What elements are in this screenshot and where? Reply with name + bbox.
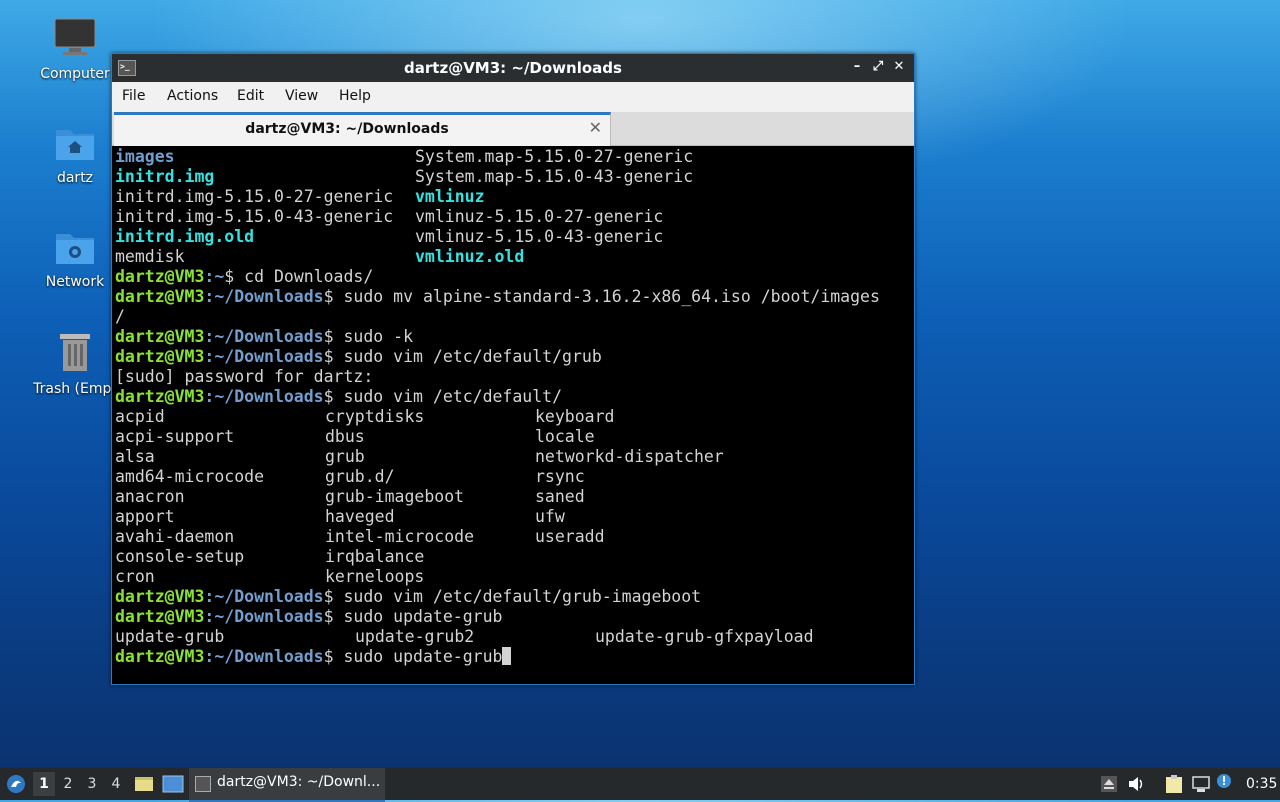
file-manager-icon[interactable]: [134, 775, 154, 793]
desktop-icon-label: Network: [45, 274, 105, 290]
update-notification-icon[interactable]: [1216, 773, 1236, 793]
terminal-line: update-grub update-grub2 update-grub-gfxpa…: [115, 627, 814, 646]
minimize-button[interactable]: –: [848, 58, 866, 76]
volume-icon[interactable]: [1127, 775, 1145, 793]
text-cursor: [502, 647, 512, 665]
terminal-line: dartz@VM3:~/Downloads$ sudo update-grub: [115, 607, 503, 626]
terminal-line: initrd.img.old vmlinuz-5.15.0-43-generic: [115, 227, 664, 246]
taskbar-terminal-button[interactable]: dartz@VM3: ~/Downl...: [189, 768, 385, 802]
terminal-line: images System.map-5.15.0-27-generic: [115, 147, 694, 166]
terminal-line: anacron grub-imageboot saned: [115, 487, 585, 506]
start-menu-icon[interactable]: [6, 774, 26, 794]
terminal-line: dartz@VM3:~/Downloads$ sudo vim /etc/def…: [115, 347, 602, 366]
taskbar: 1 2 3 4 dartz@VM3: ~/Downl... 0:35: [0, 768, 1280, 802]
terminal-task-icon: [195, 776, 211, 792]
terminal-line: amd64-microcode grub.d/rsync: [115, 467, 585, 486]
terminal-line: acpid cryptdisks keyboard: [115, 407, 615, 426]
tab-close-button[interactable]: ✕: [589, 118, 602, 137]
workspace-4[interactable]: 4: [105, 772, 127, 796]
clipboard-icon[interactable]: [1163, 774, 1185, 794]
maximize-button[interactable]: ⤢: [869, 58, 887, 76]
network-icon[interactable]: [1191, 774, 1211, 794]
trash-icon: [60, 334, 90, 371]
desktop-icon-label: Computer: [40, 66, 110, 82]
close-button[interactable]: ✕: [890, 58, 908, 76]
menu-help[interactable]: Help: [339, 88, 371, 104]
terminal-line: cron kerneloops: [115, 567, 425, 586]
menu-edit[interactable]: Edit: [237, 88, 264, 104]
taskbar-button-label: dartz@VM3: ~/Downl...: [217, 774, 381, 790]
desktop-icon-home[interactable]: dartz: [27, 124, 123, 186]
terminal-line: [sudo] password for dartz:: [115, 367, 374, 386]
menu-file[interactable]: File: [122, 88, 145, 104]
terminal-line: initrd.img-5.15.0-27-generic vmlinuz: [115, 187, 485, 206]
terminal-line: alsa grub networkd-dispatcher: [115, 447, 724, 466]
workspace-1[interactable]: 1: [33, 772, 55, 796]
terminal-line: memdisk vmlinuz.old: [115, 247, 525, 266]
tab-bar: dartz@VM3: ~/Downloads ✕: [112, 112, 914, 146]
monitor-icon: [54, 18, 96, 55]
desktop-icon-computer[interactable]: Computer: [27, 18, 123, 82]
show-desktop-icon[interactable]: [162, 775, 184, 793]
terminal-line: dartz@VM3:~/Downloads$ sudo vim /etc/def…: [115, 587, 702, 606]
terminal-line: initrd.img System.map-5.15.0-43-generic: [115, 167, 694, 186]
desktop-icon-network[interactable]: Network: [27, 228, 123, 290]
terminal-line: dartz@VM3:~/Downloads$ sudo vim /etc/def…: [115, 387, 563, 406]
tab-label: dartz@VM3: ~/Downloads: [245, 121, 449, 137]
terminal-line: dartz@VM3:~/Downloads$ sudo update-grub: [115, 647, 911, 667]
terminal-line: acpi-support dbus locale: [115, 427, 595, 446]
home-folder-icon: [56, 130, 94, 160]
terminal-line: dartz@VM3:~$ cd Downloads/: [115, 267, 374, 286]
window-titlebar[interactable]: dartz@VM3: ~/Downloads – ⤢ ✕: [112, 54, 914, 82]
terminal-line: avahi-daemon intel-microcode useradd: [115, 527, 605, 546]
terminal-line: console-setup irqbalance: [115, 547, 425, 566]
desktop-icon-trash[interactable]: Trash (Empt: [27, 331, 123, 397]
menu-view[interactable]: View: [285, 88, 318, 104]
terminal-window[interactable]: dartz@VM3: ~/Downloads – ⤢ ✕ File Action…: [111, 53, 915, 685]
workspace-2[interactable]: 2: [57, 772, 79, 796]
workspace-3[interactable]: 3: [81, 772, 103, 796]
tab-downloads[interactable]: dartz@VM3: ~/Downloads ✕: [114, 112, 611, 146]
terminal-line: dartz@VM3:~/Downloads$ sudo -k: [115, 327, 414, 346]
terminal-output[interactable]: images System.map-5.15.0-27-generic initr…: [115, 147, 911, 682]
window-title: dartz@VM3: ~/Downloads: [404, 59, 622, 77]
terminal-line: /: [115, 307, 125, 326]
terminal-line: apport haveged ufw: [115, 507, 565, 526]
menu-actions[interactable]: Actions: [167, 88, 218, 104]
eject-icon[interactable]: [1100, 775, 1118, 793]
desktop-icon-label: Trash (Empt: [33, 381, 117, 397]
desktop-icon-label: dartz: [56, 170, 94, 186]
clock[interactable]: 0:35: [1246, 768, 1277, 800]
terminal-line: dartz@VM3:~/Downloads$ sudo mv alpine-st…: [115, 287, 880, 306]
terminal-line: initrd.img-5.15.0-43-generic vmlinuz-5.15…: [115, 207, 664, 226]
menu-bar: File Actions Edit View Help: [112, 82, 914, 112]
network-folder-icon: [56, 234, 94, 264]
